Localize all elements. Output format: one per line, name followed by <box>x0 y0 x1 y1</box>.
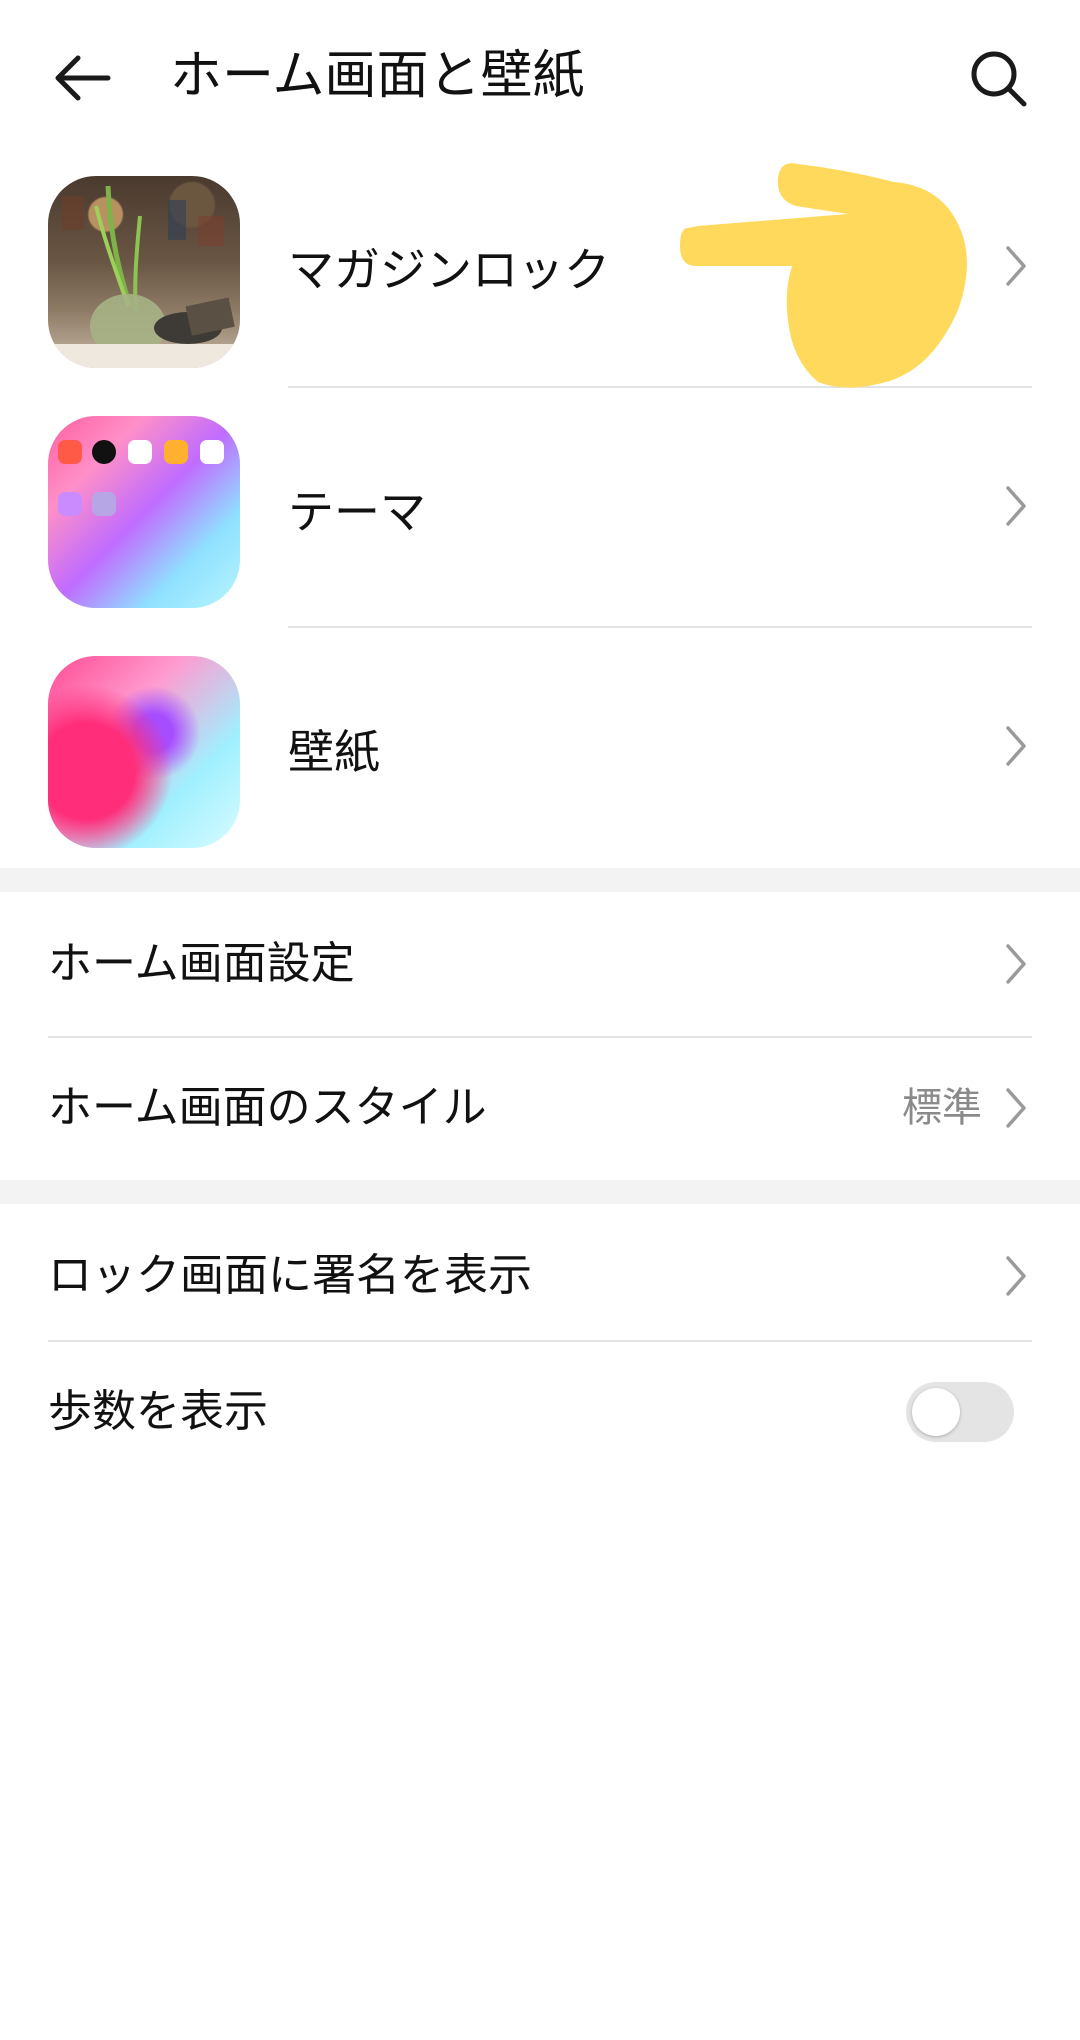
wallpaper-label: 壁紙 <box>288 725 380 779</box>
chevron-right-icon <box>1006 726 1026 766</box>
home-screen-settings-label: ホーム画面設定 <box>48 938 355 989</box>
page-title: ホーム画面と壁紙 <box>170 46 585 106</box>
lock-screen-signature-label: ロック画面に署名を表示 <box>48 1250 532 1301</box>
home-screen-style-value: 標準 <box>902 1085 982 1131</box>
chevron-right-icon <box>1006 944 1026 984</box>
top-app-bar: ホーム画面と壁紙 <box>0 0 1080 150</box>
lock-screen-signature-row[interactable]: ロック画面に署名を表示 <box>0 1204 1080 1348</box>
theme-thumbnail <box>48 416 240 608</box>
settings-screen: ホーム画面と壁紙 マガジンロック テーマ 壁紙 ホーム画面設定 ホーム画面のスタ… <box>0 0 1080 2040</box>
section-separator <box>0 1180 1080 1204</box>
show-step-count-row: 歩数を表示 <box>0 1340 1080 1484</box>
show-step-count-label: 歩数を表示 <box>48 1386 268 1437</box>
home-screen-style-label: ホーム画面のスタイル <box>48 1082 487 1133</box>
chevron-right-icon <box>1006 1088 1026 1128</box>
theme-label: テーマ <box>288 485 426 539</box>
wallpaper-thumbnail <box>48 656 240 848</box>
back-button[interactable] <box>40 36 124 120</box>
search-icon <box>971 51 1027 107</box>
step-count-toggle[interactable] <box>906 1382 1014 1442</box>
magazine-lock-thumbnail <box>48 176 240 368</box>
section-separator <box>0 868 1080 892</box>
home-screen-settings-row[interactable]: ホーム画面設定 <box>0 892 1080 1036</box>
magazine-lock-label: マガジンロック <box>288 243 610 297</box>
arrow-left-icon <box>55 55 111 101</box>
chevron-right-icon <box>1006 486 1026 526</box>
search-button[interactable] <box>956 36 1040 120</box>
chevron-right-icon <box>1006 246 1026 286</box>
toggle-knob <box>912 1388 960 1436</box>
theme-row[interactable]: テーマ <box>0 386 1080 626</box>
home-screen-style-row[interactable]: ホーム画面のスタイル 標準 <box>0 1036 1080 1180</box>
chevron-right-icon <box>1006 1256 1026 1296</box>
wallpaper-row[interactable]: 壁紙 <box>0 626 1080 866</box>
pointing-hand-icon <box>680 163 967 388</box>
